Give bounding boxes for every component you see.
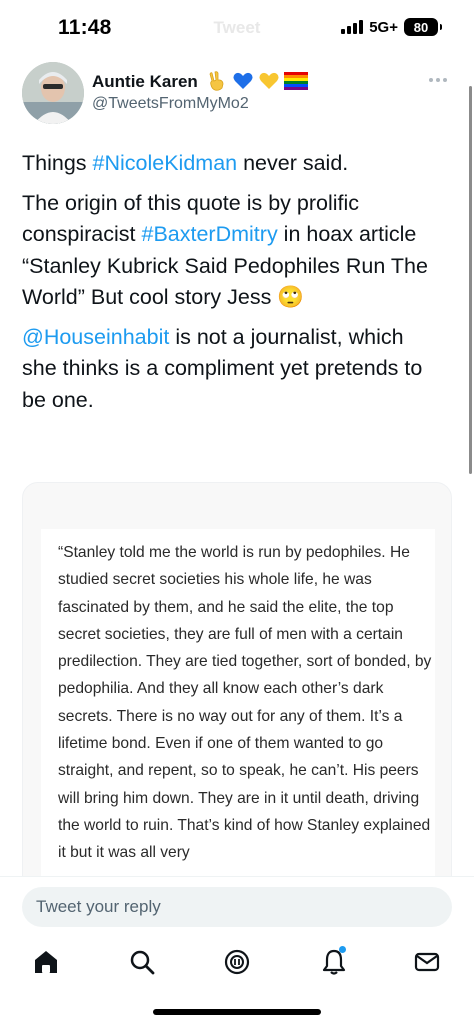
mention-link[interactable]: @Houseinhabit	[22, 325, 169, 349]
reply-input[interactable]	[22, 887, 452, 927]
tweet-paragraph: The origin of this quote is by prolific …	[22, 188, 442, 314]
battery-level: 80	[413, 19, 429, 35]
home-indicator[interactable]	[153, 1009, 321, 1015]
tab-notifications[interactable]	[316, 944, 352, 980]
article-image-card[interactable]: “Stanley told me the world is run by ped…	[22, 482, 452, 902]
tab-messages[interactable]	[409, 944, 445, 980]
author-emojis	[206, 70, 308, 92]
status-bar: 11:48 Tweet 5G+ 80	[0, 0, 474, 56]
hashtag-link[interactable]: #NicoleKidman	[93, 151, 238, 175]
notification-dot	[339, 946, 346, 953]
tweet-header: Auntie Karen @TweetsFromMyMo2	[22, 62, 452, 126]
more-options-icon[interactable]	[426, 70, 450, 90]
messages-icon	[414, 952, 440, 972]
author-handle[interactable]: @TweetsFromMyMo2	[92, 95, 249, 113]
search-icon	[130, 950, 155, 975]
tweet-text-segment: never said.	[237, 151, 349, 175]
tab-home[interactable]	[28, 944, 64, 980]
yellow-heart-icon	[259, 72, 279, 89]
tab-search[interactable]	[124, 944, 160, 980]
scrollbar[interactable]	[469, 86, 472, 474]
hashtag-link[interactable]: #BaxterDmitry	[142, 222, 278, 246]
spaces-icon	[224, 949, 250, 975]
article-quote-box: “Stanley told me the world is run by ped…	[41, 529, 435, 901]
home-icon	[35, 951, 57, 973]
article-quote-text: “Stanley told me the world is run by ped…	[58, 544, 432, 862]
blue-heart-icon	[233, 72, 253, 89]
author-display-name[interactable]: Auntie Karen	[92, 72, 198, 92]
tab-spaces[interactable]	[219, 944, 255, 980]
avatar[interactable]	[22, 62, 84, 124]
network-type: 5G+	[369, 18, 398, 36]
tweet-paragraph: Things #NicoleKidman never said.	[22, 148, 442, 180]
victory-hand-icon	[209, 71, 224, 91]
status-indicators: 5G+ 80	[341, 18, 442, 36]
tweet-text: Things #NicoleKidman never said. The orig…	[22, 148, 442, 424]
tweet-paragraph: @Houseinhabit is not a journalist, which…	[22, 322, 442, 417]
tweet-text-segment: 🙄	[277, 285, 305, 309]
tab-bar	[0, 940, 474, 985]
tweet-text-segment: Things	[22, 151, 93, 175]
cellular-signal-icon	[341, 20, 364, 34]
reply-bar	[0, 876, 474, 940]
rainbow-flag-icon	[284, 72, 308, 90]
battery-icon: 80	[404, 18, 442, 36]
